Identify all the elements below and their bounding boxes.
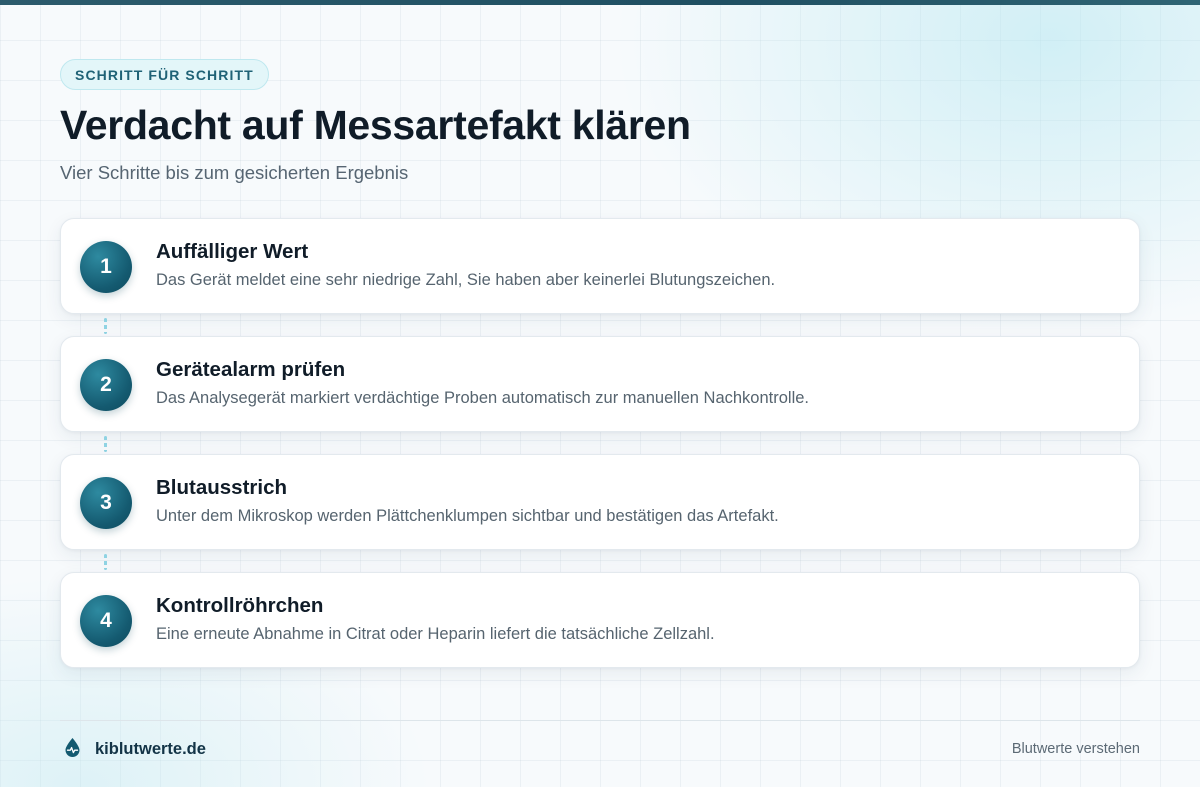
brand[interactable]: kiblutwerte.de [64, 737, 206, 762]
step-description: Das Gerät meldet eine sehr niedrige Zahl… [156, 271, 776, 289]
footer-tagline: Blutwerte verstehen [1011, 741, 1140, 757]
step-card-2: 2 Gerätealarm prüfen Das Analysegerät ma… [60, 336, 1140, 432]
step-connector [104, 436, 107, 452]
step-connector [104, 318, 107, 334]
step-connector [104, 554, 107, 570]
step-title: Auffälliger Wert [156, 240, 309, 263]
step-number-badge: 4 [80, 595, 132, 647]
step-title: Kontrollröhrchen [156, 594, 324, 617]
step-title: Gerätealarm prüfen [156, 358, 346, 381]
step-description: Eine erneute Abnahme in Citrat oder Hepa… [156, 625, 715, 643]
step-number-badge: 3 [80, 477, 132, 529]
step-number-badge: 2 [80, 359, 132, 411]
step-card-3: 3 Blutausstrich Unter dem Mikroskop werd… [60, 454, 1140, 550]
blood-drop-icon [64, 737, 81, 762]
brand-name: kiblutwerte.de [95, 739, 206, 758]
step-card-1: 1 Auffälliger Wert Das Gerät meldet eine… [60, 218, 1140, 314]
footer-divider [60, 720, 1140, 721]
step-number-badge: 1 [80, 241, 132, 293]
step-title: Blutausstrich [156, 476, 287, 499]
section-badge: SCHRITT FÜR SCHRITT [60, 59, 269, 90]
top-accent-bar [0, 0, 1200, 5]
page-title: Verdacht auf Messartefakt klären [60, 102, 691, 148]
step-card-4: 4 Kontrollröhrchen Eine erneute Abnahme … [60, 572, 1140, 668]
step-description: Unter dem Mikroskop werden Plättchenklum… [156, 507, 779, 525]
page-subtitle: Vier Schritte bis zum gesicherten Ergebn… [60, 162, 409, 183]
step-description: Das Analysegerät markiert verdächtige Pr… [156, 389, 809, 407]
